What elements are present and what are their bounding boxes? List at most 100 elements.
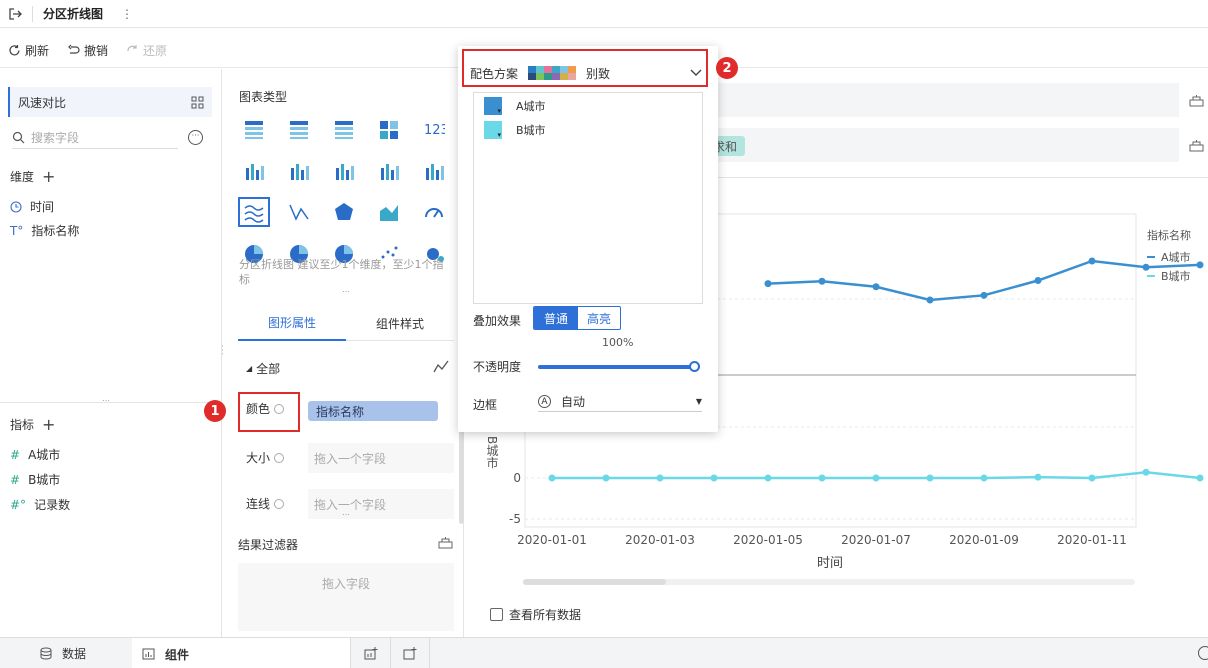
color-swatch-b[interactable]: ▾ xyxy=(484,121,502,139)
chart-type-stacked-column-icon[interactable] xyxy=(238,156,270,186)
overlay-bright-button[interactable]: 高亮 xyxy=(578,307,620,329)
chart-type-table-icon[interactable] xyxy=(238,115,270,145)
dataset-selector[interactable]: 风速对比 xyxy=(8,87,212,117)
exit-icon[interactable] xyxy=(4,3,26,25)
chart-type-cross-table-icon[interactable] xyxy=(283,115,315,145)
chart-type-multi-column-icon[interactable] xyxy=(283,156,315,186)
chart-type-area-icon[interactable] xyxy=(373,197,405,227)
corner-help-icon[interactable] xyxy=(1198,646,1208,660)
chart-type-range-column-icon[interactable] xyxy=(418,156,450,186)
add-widget-button[interactable] xyxy=(390,638,430,668)
data-point-b-3 xyxy=(710,474,718,482)
line-type-icon[interactable] xyxy=(433,360,449,374)
axis-settings-icon[interactable] xyxy=(1189,139,1204,152)
opacity-slider[interactable] xyxy=(538,365,700,369)
horizontal-scrollbar[interactable] xyxy=(523,579,1135,585)
overlay-toggle: 普通 高亮 xyxy=(533,306,621,330)
chart-type-bar-icon[interactable] xyxy=(373,156,405,186)
more-options-icon[interactable]: ··· xyxy=(188,130,203,145)
opacity-slider-handle[interactable] xyxy=(689,361,700,372)
chart-type-grouped-table-icon[interactable] xyxy=(373,115,405,145)
tab-component-label: 组件 xyxy=(165,647,190,662)
size-drop-zone[interactable]: 拖入一个字段 xyxy=(308,443,454,473)
resize-grip[interactable]: ⋯ xyxy=(102,396,110,405)
refresh-button[interactable]: 刷新 xyxy=(8,42,49,59)
database-icon xyxy=(40,647,52,660)
dimension-item-time[interactable]: 时间 xyxy=(10,194,54,219)
metric-item-a[interactable]: # A城市 xyxy=(10,442,60,467)
chart-type-detail-table-icon[interactable] xyxy=(328,115,360,145)
x-tick-label: 2020-01-01 xyxy=(517,533,587,547)
refresh-icon xyxy=(9,45,20,56)
checkbox-box[interactable] xyxy=(490,608,503,621)
search-input[interactable]: 搜索字段 xyxy=(31,129,79,146)
chart-type-number-card-icon[interactable]: 123 xyxy=(418,115,450,145)
add-metric-icon[interactable]: + xyxy=(42,415,55,434)
filter-settings-icon[interactable] xyxy=(438,536,453,549)
calc-number-type-icon: #° xyxy=(10,497,27,512)
axis-settings-icon[interactable] xyxy=(1189,94,1204,107)
dimension-item-metric-name[interactable]: T° 指标名称 xyxy=(10,218,79,243)
legend-item-a[interactable]: A城市 xyxy=(1147,249,1191,265)
add-component-button[interactable] xyxy=(350,638,390,668)
legend-item-b[interactable]: B城市 xyxy=(1147,268,1191,284)
color-swatch-a[interactable]: ▾ xyxy=(484,97,502,115)
add-dimension-icon[interactable]: + xyxy=(42,167,55,186)
chart-type-radar-icon[interactable] xyxy=(328,197,360,227)
data-point-b-12 xyxy=(1196,474,1204,482)
data-point-b-1 xyxy=(602,474,610,482)
undo-button[interactable]: 撤销 xyxy=(67,42,108,59)
text-type-icon: T° xyxy=(10,223,24,238)
caret-down-icon: ◢ xyxy=(246,364,253,373)
props-resize-grip[interactable]: ⋯ xyxy=(342,510,350,519)
annotation-box-2 xyxy=(462,49,708,87)
chart-config-panel: 图表类型 123 分区折线图 建议至少1个维度，至少1个指标 ⋯ 图形属性 组件… xyxy=(224,69,464,637)
tab-component-style[interactable]: 组件样式 xyxy=(346,307,454,341)
opacity-label: 不透明度 xyxy=(473,360,522,374)
data-point-b-4 xyxy=(764,474,772,482)
divider xyxy=(32,5,33,22)
tab-data[interactable]: 数据 xyxy=(0,638,132,668)
metric-item-count[interactable]: #° 记录数 xyxy=(10,492,70,517)
tab-component[interactable]: 组件 xyxy=(132,638,350,668)
config-tabs: 图形属性 组件样式 xyxy=(238,307,454,341)
chart-type-grid: 123 xyxy=(238,115,460,263)
data-point-b-10 xyxy=(1088,474,1096,482)
filter-drop-zone[interactable]: 拖入字段 xyxy=(238,563,454,631)
series-color-item-b[interactable]: ▾ B城市 xyxy=(484,121,546,139)
dimension-label: 维度 xyxy=(10,170,35,184)
info-icon xyxy=(274,498,285,509)
border-select[interactable]: A 自动 ▼ xyxy=(538,392,702,412)
overlay-normal-button[interactable]: 普通 xyxy=(534,307,578,329)
data-point-b-6 xyxy=(872,474,880,482)
more-menu-icon[interactable]: ⋮ xyxy=(121,7,133,21)
y-tick-label: 0 xyxy=(513,471,521,485)
line-drop-zone[interactable]: 拖入一个字段 xyxy=(308,489,454,519)
show-all-data-checkbox[interactable]: 查看所有数据 xyxy=(490,606,581,623)
chart-type-column-icon[interactable] xyxy=(328,156,360,186)
undo-label: 撤销 xyxy=(84,44,109,58)
page-title: 分区折线图 xyxy=(43,7,104,21)
size-property[interactable]: 大小 xyxy=(246,449,285,466)
chart-type-line-icon[interactable] xyxy=(283,197,315,227)
annotation-badge-2: 2 xyxy=(716,57,738,79)
y-axis-label: B城市 xyxy=(485,436,499,469)
grid-resize-grip[interactable]: ⋯ xyxy=(342,287,350,296)
chart-type-gauge-icon[interactable] xyxy=(418,197,450,227)
field-search[interactable]: 搜索字段 xyxy=(12,127,178,149)
tab-graphic-properties[interactable]: 图形属性 xyxy=(238,307,346,341)
redo-button[interactable]: 还原 xyxy=(126,42,167,59)
data-point-b-11 xyxy=(1142,468,1150,476)
bar-chart-icon xyxy=(142,648,155,660)
switch-dataset-icon xyxy=(191,96,204,108)
color-field-chip[interactable]: 指标名称 xyxy=(308,401,438,421)
x-tick-label: 2020-01-05 xyxy=(733,533,803,547)
all-section-toggle[interactable]: ◢ 全部 xyxy=(246,360,280,377)
resize-handle[interactable] xyxy=(0,402,222,403)
caret-down-icon: ▼ xyxy=(695,397,702,406)
chart-type-area-line-icon[interactable] xyxy=(238,197,270,227)
scrollbar-thumb[interactable] xyxy=(523,579,666,585)
series-color-item-a[interactable]: ▾ A城市 xyxy=(484,97,546,115)
line-property[interactable]: 连线 xyxy=(246,495,285,512)
metric-item-b[interactable]: # B城市 xyxy=(10,467,60,492)
